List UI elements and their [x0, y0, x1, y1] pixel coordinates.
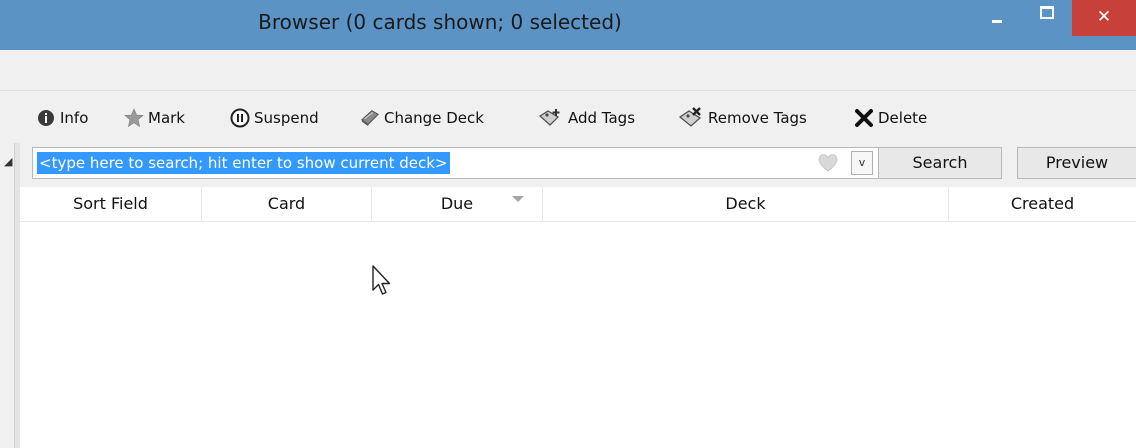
info-button[interactable]: Info: [36, 107, 88, 129]
search-button[interactable]: Search: [878, 147, 1002, 179]
suspend-button[interactable]: Suspend: [230, 107, 319, 129]
delete-label: Delete: [878, 109, 928, 127]
search-text[interactable]: <type here to search; hit enter to show …: [37, 152, 450, 174]
column-header-sort-field[interactable]: Sort Field: [20, 187, 202, 221]
window-title: Browser (0 cards shown; 0 selected): [258, 10, 622, 34]
mark-label: Mark: [148, 109, 185, 127]
search-input[interactable]: <type here to search; hit enter to show …: [32, 147, 882, 179]
x-icon: [854, 108, 874, 128]
add-tags-button[interactable]: Add Tags: [536, 107, 635, 129]
suspend-label: Suspend: [254, 109, 319, 127]
info-icon: [36, 108, 56, 128]
sort-indicator-icon: [512, 196, 524, 202]
delete-button[interactable]: Delete: [854, 107, 927, 129]
remove-tags-button[interactable]: Remove Tags: [676, 107, 807, 129]
collapse-arrow-icon[interactable]: ◢: [4, 155, 12, 168]
add-tag-icon: [536, 108, 564, 128]
card-list[interactable]: [20, 222, 1136, 448]
column-header-created[interactable]: Created: [949, 187, 1136, 221]
heart-icon[interactable]: [817, 152, 839, 174]
column-header-due[interactable]: Due: [372, 187, 543, 221]
table-header: Sort Field Card Due Deck Created: [20, 187, 1136, 222]
maximize-button[interactable]: [1024, 0, 1068, 32]
info-label: Info: [60, 109, 89, 127]
close-icon: ✕: [1096, 7, 1112, 27]
column-header-deck[interactable]: Deck: [543, 187, 949, 221]
column-header-card[interactable]: Card: [202, 187, 372, 221]
add-tags-label: Add Tags: [568, 109, 636, 127]
mouse-cursor-icon: [370, 264, 394, 298]
pause-icon: [230, 108, 250, 128]
close-button[interactable]: ✕: [1072, 0, 1136, 36]
search-row: <type here to search; hit enter to show …: [20, 143, 1136, 187]
star-icon: [124, 108, 144, 128]
chevron-down-icon: v: [858, 156, 866, 169]
deck-icon: [360, 108, 380, 128]
mark-button[interactable]: Mark: [124, 107, 185, 129]
change-deck-button[interactable]: Change Deck: [360, 107, 484, 129]
remove-tag-icon: [676, 107, 706, 128]
menu-bar: [0, 50, 1136, 91]
remove-tags-label: Remove Tags: [708, 109, 807, 127]
preview-button[interactable]: Preview: [1017, 147, 1136, 179]
sidebar-splitter[interactable]: ◢: [0, 143, 21, 448]
minimize-button[interactable]: [974, 0, 1020, 32]
toolbar: Info Mark Suspend Change Deck Add Tags R…: [0, 91, 1136, 143]
title-bar: Browser (0 cards shown; 0 selected) ✕: [0, 0, 1136, 50]
change-deck-label: Change Deck: [384, 109, 484, 127]
search-dropdown-button[interactable]: v: [851, 151, 873, 175]
